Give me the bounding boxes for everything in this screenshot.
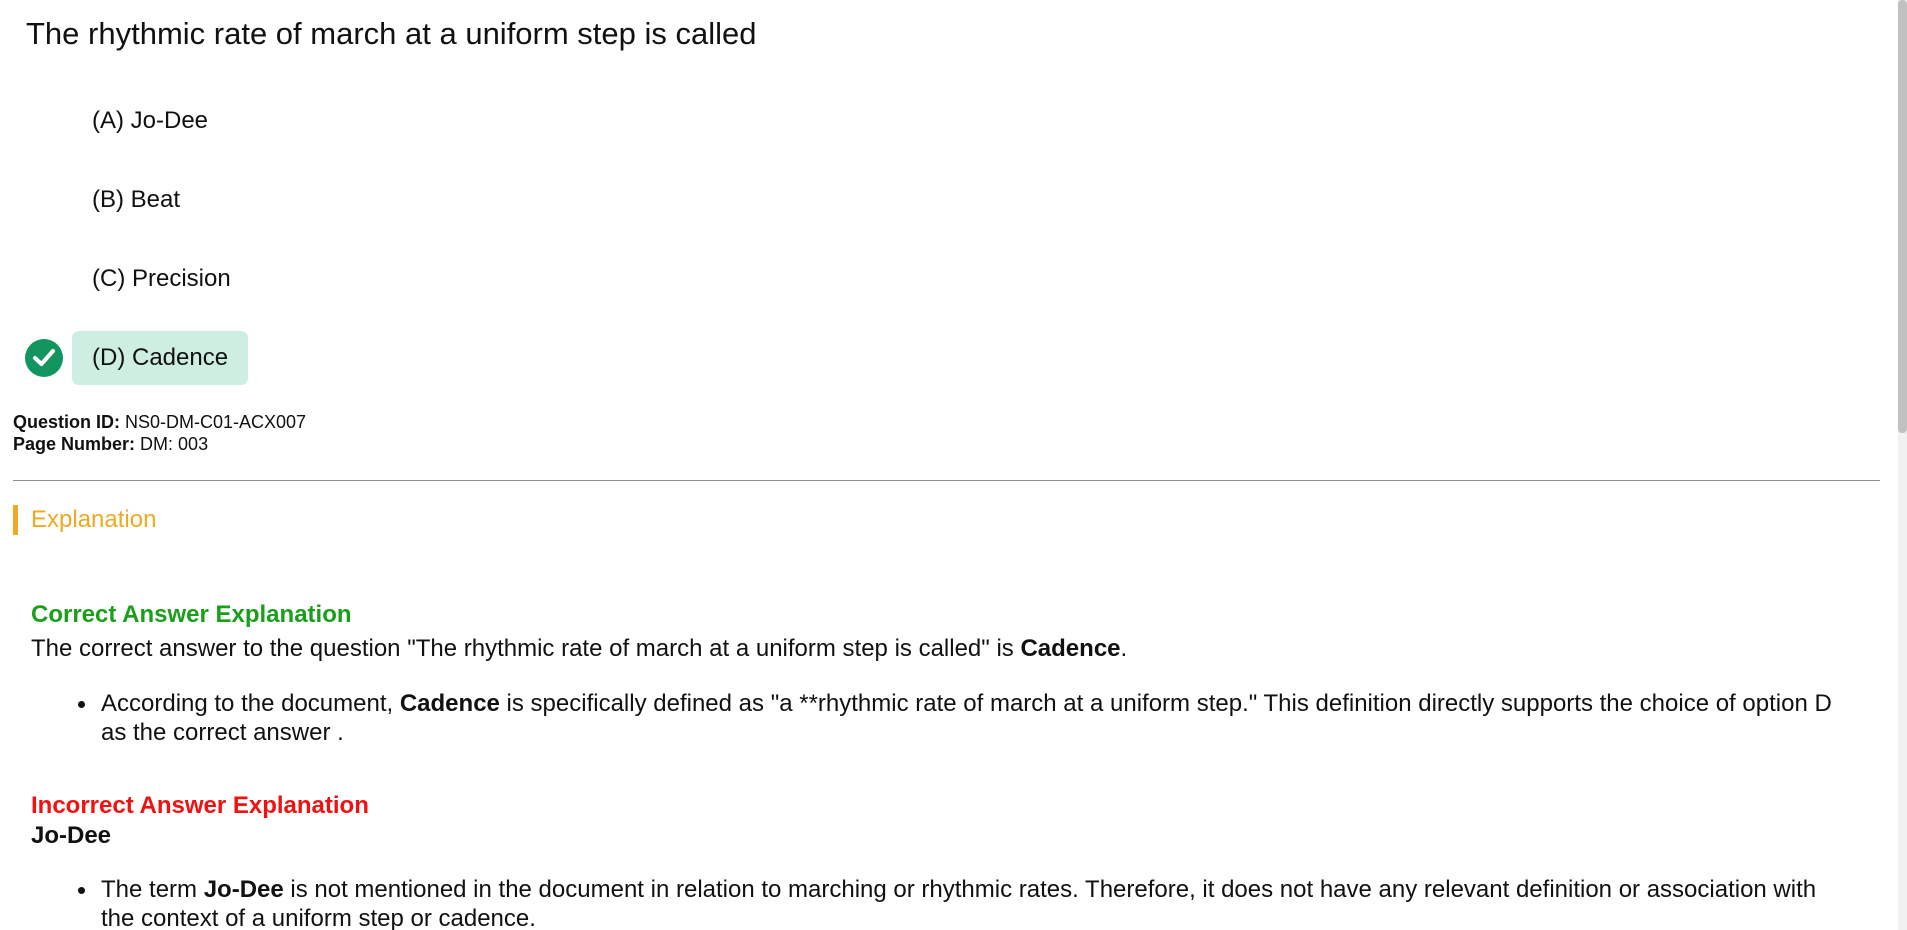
incorrect-bullet-suffix: is not mentioned in the document in rela… <box>101 876 1817 930</box>
incorrect-bullet-term: Jo-Dee <box>203 876 284 903</box>
correct-bullet-term: Cadence <box>399 690 500 717</box>
option-a[interactable]: (A) Jo-Dee <box>72 94 228 148</box>
correct-answer-bullet: According to the document, Cadence is sp… <box>31 689 1851 747</box>
check-circle-icon <box>25 339 63 377</box>
correct-answer-paragraph: The correct answer to the question "The … <box>31 634 1127 664</box>
incorrect-answer-heading: Incorrect Answer Explanation <box>31 791 369 819</box>
question-page: The rhythmic rate of march at a uniform … <box>0 0 1907 930</box>
section-divider <box>13 480 1880 481</box>
question-id-row: Question ID: NS0-DM-C01-ACX007 <box>13 411 306 433</box>
scrollbar-thumb[interactable] <box>1898 0 1907 433</box>
correct-paragraph-answer: Cadence <box>1020 635 1121 662</box>
incorrect-bullet-prefix: The term <box>101 876 204 903</box>
incorrect-option-bullets: The term Jo-Dee is not mentioned in the … <box>31 875 1851 930</box>
correct-paragraph-prefix: The correct answer to the question "The … <box>31 635 1021 662</box>
option-d-correct[interactable]: (D) Cadence <box>72 331 249 385</box>
page-number-row: Page Number: DM: 003 <box>13 433 306 455</box>
incorrect-option-bullet: The term Jo-Dee is not mentioned in the … <box>31 875 1851 930</box>
page-number-label: Page Number: <box>13 434 136 454</box>
option-b[interactable]: (B) Beat <box>72 173 200 227</box>
question-title: The rhythmic rate of march at a uniform … <box>26 16 757 51</box>
page-number-value: DM: 003 <box>140 434 209 454</box>
explanation-header: Explanation <box>13 505 156 535</box>
question-id-label: Question ID: <box>13 412 120 432</box>
question-metadata: Question ID: NS0-DM-C01-ACX007 Page Numb… <box>13 411 306 455</box>
correct-answer-bullets: According to the document, Cadence is sp… <box>31 689 1851 747</box>
option-c[interactable]: (C) Precision <box>72 252 251 306</box>
question-id-value: NS0-DM-C01-ACX007 <box>125 412 307 432</box>
correct-bullet-prefix: According to the document, <box>101 690 400 717</box>
correct-paragraph-suffix: . <box>1120 635 1128 662</box>
correct-answer-heading: Correct Answer Explanation <box>31 600 352 628</box>
vertical-scrollbar[interactable] <box>1898 0 1907 930</box>
incorrect-option-title: Jo-Dee <box>31 822 112 849</box>
